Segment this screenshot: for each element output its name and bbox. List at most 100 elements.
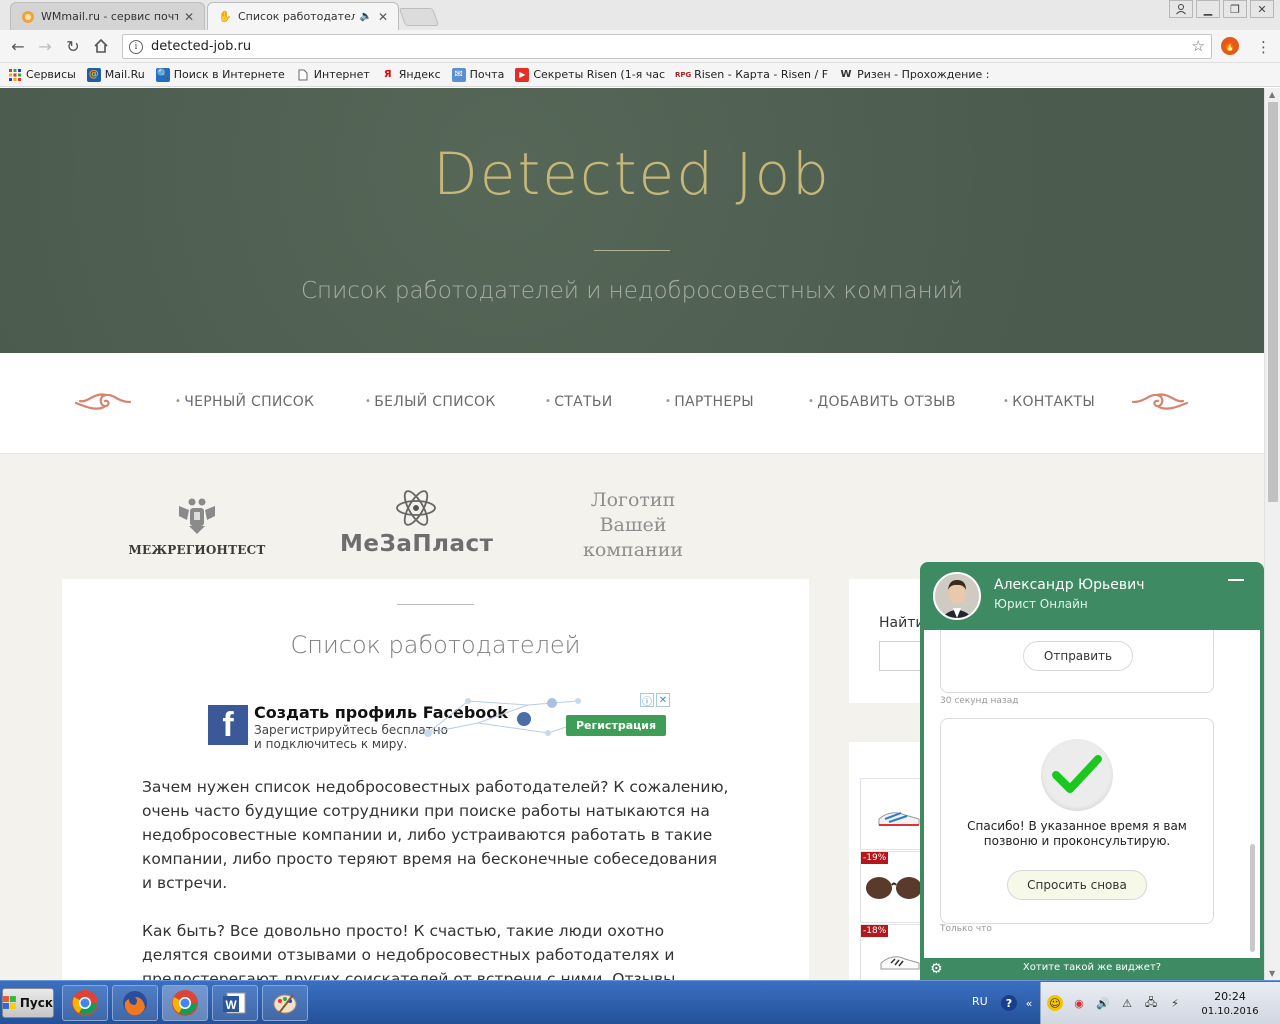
send-button[interactable]: Отправить <box>1023 641 1133 671</box>
clock-date[interactable]: 01.10.2016 <box>1197 1006 1263 1017</box>
taskbar-word[interactable]: W <box>212 985 258 1021</box>
facebook-logo-icon: f <box>208 705 248 745</box>
back-arrow-icon[interactable]: ← <box>8 36 28 56</box>
help-icon[interactable]: ? <box>1001 995 1017 1011</box>
site-title[interactable]: Detected Job <box>0 140 1264 208</box>
nav-blacklist[interactable]: ЧЕРНЫЙ СПИСОК <box>175 394 314 410</box>
scrollbar-thumb[interactable] <box>1268 102 1278 502</box>
agent-name: Александр Юрьевич <box>994 577 1145 593</box>
header-divider <box>594 250 670 251</box>
wmmail-favicon-icon <box>21 10 35 24</box>
close-window-button[interactable]: ✕ <box>1250 0 1274 18</box>
taskbar-paint[interactable] <box>262 985 308 1021</box>
bookmark-internet[interactable]: Интернет <box>296 68 370 82</box>
ad-register-button[interactable]: Регистрация <box>566 715 666 736</box>
left-ornament-icon <box>74 393 132 410</box>
minimize-button[interactable]: ▁ <box>1196 0 1220 18</box>
nav-add-review[interactable]: ДОБАВИТЬ ОТЗЫВ <box>808 394 956 410</box>
logo-mezaplast[interactable]: МеЗаПласт <box>340 488 493 557</box>
eagle-emblem-icon <box>179 498 215 534</box>
tab-detected-job[interactable]: ✋ Список работодателей и недобросовестны… <box>207 2 399 30</box>
rpg-icon: RPG <box>674 70 692 79</box>
tab-close-icon[interactable]: ✕ <box>184 10 194 24</box>
discount-badge: -19% <box>861 852 889 864</box>
bookmark-risen-secrets[interactable]: ▶ Секреты Risen (1-я час <box>515 67 666 82</box>
bookmark-yandex[interactable]: Я Яндекс <box>381 68 441 82</box>
message-timestamp: 30 секунд назад <box>940 696 1019 706</box>
volume-icon[interactable]: 🔊 <box>1095 995 1111 1011</box>
nav-whitelist[interactable]: БЕЛЫЙ СПИСОК <box>365 394 496 410</box>
speaker-icon[interactable]: 🔈 <box>359 11 371 22</box>
logo-your-company[interactable]: Логотип Вашей компании <box>572 488 694 563</box>
scroll-up-arrow-icon[interactable]: ▲ <box>1269 90 1275 99</box>
network-icon[interactable]: 🖧 <box>1143 995 1159 1011</box>
bookmark-label: Яндекс <box>398 68 441 81</box>
get-widget-link[interactable]: Хотите такой же виджет? <box>920 962 1264 973</box>
antivirus-icon[interactable]: ◉ <box>1071 995 1087 1011</box>
bookmark-label: Risen - Карта - Risen / F <box>694 68 829 81</box>
bookmark-risen-walkthrough[interactable]: W Ризен - Прохождение : <box>839 68 990 82</box>
chat-footer: ⚙ Хотите такой же виджет? <box>920 958 1264 980</box>
product-card-sunglasses[interactable]: -19% <box>860 851 922 923</box>
power-icon[interactable]: ⚡ <box>1167 995 1183 1011</box>
taskbar-chrome-1[interactable] <box>62 985 108 1021</box>
browser-menu-icon[interactable]: ⋮ <box>1256 38 1271 56</box>
svg-text:W: W <box>225 998 237 1012</box>
bookmark-mailru[interactable]: @ Mail.Ru <box>86 67 145 82</box>
ask-again-button[interactable]: Спросить снова <box>1007 870 1147 900</box>
bookmark-star-icon[interactable]: ☆ <box>1192 37 1205 55</box>
reload-icon[interactable]: ↻ <box>63 36 83 56</box>
taskbar-firefox[interactable] <box>112 985 158 1021</box>
network-warning-icon[interactable]: ⚠ <box>1119 995 1135 1011</box>
chrome-icon <box>72 990 98 1016</box>
ad-info-icon[interactable]: ⓘ <box>640 693 654 708</box>
agent-avatar <box>933 572 981 620</box>
logo-line: компании <box>582 539 684 561</box>
restore-button[interactable]: ❐ <box>1223 0 1247 18</box>
facebook-ad-banner[interactable]: f Создать профиль Facebook Зарегистрируй… <box>208 693 670 751</box>
profile-icon[interactable] <box>1169 0 1193 18</box>
new-tab-button[interactable] <box>398 8 440 26</box>
chat-thanks-bubble: Спасибо! В указанное время я вам позвоню… <box>940 718 1214 924</box>
taskbar-chrome-2[interactable] <box>162 985 208 1021</box>
extension-fire-icon[interactable]: 🔥 <box>1221 37 1239 55</box>
windows-logo-icon <box>3 996 16 1009</box>
tab-close-icon[interactable]: ✕ <box>378 10 388 24</box>
chat-scrollbar[interactable] <box>1250 844 1255 952</box>
language-indicator[interactable]: RU <box>972 995 988 1008</box>
start-label: Пуск <box>19 996 53 1010</box>
sidebar-shop-widget: -19% -18% <box>849 742 929 980</box>
bookmark-services[interactable]: Сервисы <box>8 68 76 82</box>
firefox-icon <box>123 991 147 1016</box>
word-icon: W <box>223 992 246 1014</box>
ad-close-icon[interactable]: ✕ <box>656 693 670 707</box>
site-info-icon[interactable]: i <box>129 39 143 54</box>
nav-articles[interactable]: СТАТЬИ <box>545 394 613 410</box>
tab-wmmail[interactable]: WMmail.ru - сервис почтовых рассылок ✕ <box>10 2 205 30</box>
chat-minimize-button[interactable] <box>1228 579 1244 581</box>
clock-time[interactable]: 20:24 <box>1197 990 1263 1003</box>
agent-tray-icon[interactable]: ☺ <box>1047 995 1063 1011</box>
bookmark-search[interactable]: 🔍 Поиск в Интернете <box>155 67 285 82</box>
nav-contacts[interactable]: КОНТАКТЫ <box>1003 394 1095 410</box>
tray-expand-icon[interactable]: « <box>1021 995 1037 1011</box>
product-card-shoe[interactable]: -18% <box>860 924 922 980</box>
youtube-icon: ▶ <box>515 67 530 82</box>
home-icon[interactable] <box>91 36 111 56</box>
bookmark-mail[interactable]: ✉ Почта <box>451 67 504 82</box>
address-bar[interactable]: i detected-job.ru ☆ <box>122 34 1212 59</box>
site-tagline: Список работодателей и недобросовестных … <box>301 278 963 304</box>
bookmark-label: Секреты Risen (1-я час <box>533 68 666 81</box>
page-scrollbar[interactable]: ▲ ▼ <box>1264 88 1280 980</box>
apps-grid-icon <box>8 68 22 82</box>
product-card-sneaker[interactable] <box>860 778 922 850</box>
logo-mezhregiontest[interactable]: МЕЖРЕГИОНТЕСТ <box>126 494 268 557</box>
start-button[interactable]: Пуск <box>2 988 54 1018</box>
forward-arrow-icon[interactable]: → <box>35 36 55 56</box>
bookmark-label: Сервисы <box>26 68 76 81</box>
scroll-down-arrow-icon[interactable]: ▼ <box>1269 969 1275 978</box>
nav-partners[interactable]: ПАРТНЕРЫ <box>665 394 754 410</box>
bookmark-label: Интернет <box>313 68 370 81</box>
bookmark-risen-map[interactable]: RPG Risen - Карта - Risen / F <box>674 68 829 82</box>
main-content: Список работодателей f Создать профиль F… <box>62 579 809 980</box>
